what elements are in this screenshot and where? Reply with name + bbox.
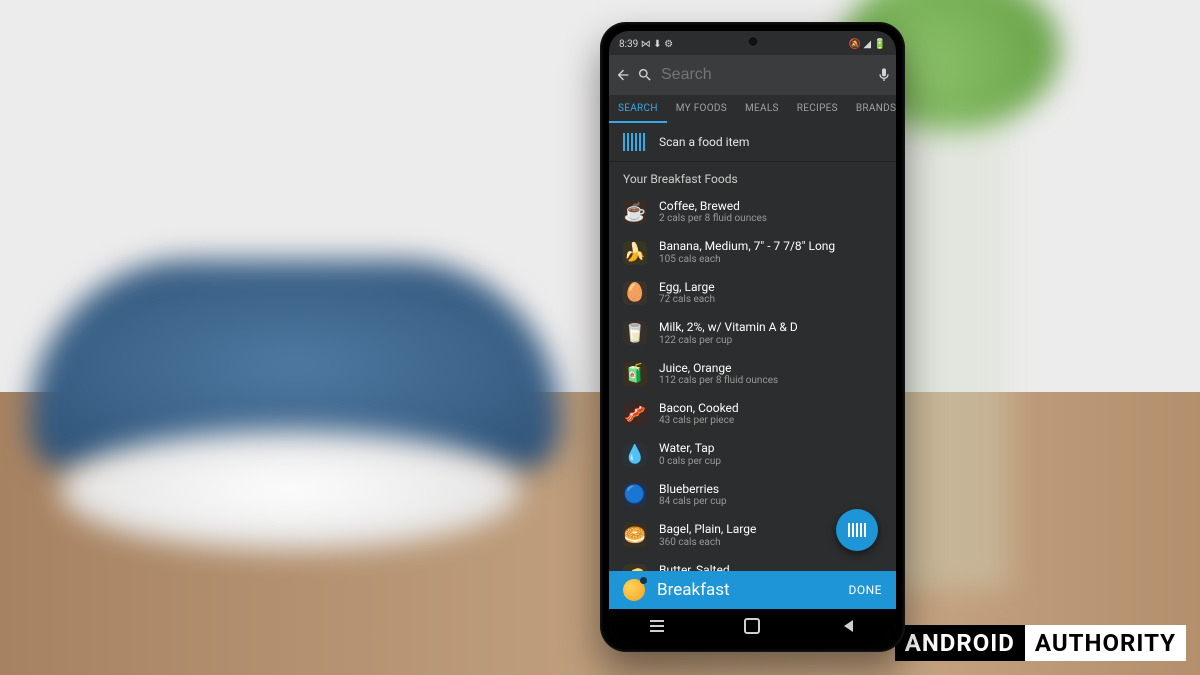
scan-fab[interactable] <box>836 509 878 551</box>
done-button[interactable]: DONE <box>848 583 882 597</box>
food-name: Butter, Salted <box>659 563 766 571</box>
food-subtitle: 122 cals per cup <box>659 335 798 347</box>
tab-recipes[interactable]: RECIPES <box>788 95 847 123</box>
list-item[interactable]: 🥚 Egg, Large72 cals each <box>609 273 896 313</box>
phone-screen: 8:39 ⋈ ⬇ ⚙ 🔕 ◢ 🔋 SEARCHMY FOODSMEALSRECI… <box>609 31 896 643</box>
barcode-icon <box>848 523 866 537</box>
meal-footer: Breakfast DONE <box>609 571 896 609</box>
food-icon: 🧃 <box>623 362 647 386</box>
food-subtitle: 72 cals each <box>659 294 715 306</box>
food-subtitle: 84 cals per cup <box>659 496 727 508</box>
list-item[interactable]: 🥛 Milk, 2%, w/ Vitamin A & D122 cals per … <box>609 313 896 353</box>
back-icon[interactable] <box>615 64 631 86</box>
food-icon: 🥚 <box>623 281 647 305</box>
search-icon <box>637 64 653 86</box>
food-icon: 🥓 <box>623 402 647 426</box>
food-subtitle: 112 cals per 8 fluid ounces <box>659 375 778 387</box>
food-subtitle: 2 cals per 8 fluid ounces <box>659 213 767 225</box>
list-item[interactable]: 🍌 Banana, Medium, 7" - 7 7/8" Long105 cal… <box>609 232 896 272</box>
food-name: Bacon, Cooked <box>659 401 739 415</box>
list-item[interactable]: 🥓 Bacon, Cooked43 cals per piece <box>609 394 896 434</box>
tab-search[interactable]: SEARCH <box>609 95 667 123</box>
nav-back[interactable] <box>833 619 863 633</box>
food-subtitle: 105 cals each <box>659 254 835 266</box>
tab-brands[interactable]: BRANDS <box>847 95 896 123</box>
food-name: Water, Tap <box>659 441 721 455</box>
scan-label: Scan a food item <box>659 135 749 149</box>
watermark-right: AUTHORITY <box>1025 625 1186 661</box>
food-icon: 🍌 <box>623 241 647 265</box>
food-icon: 💧 <box>623 443 647 467</box>
nav-home[interactable] <box>737 619 767 633</box>
food-name: Banana, Medium, 7" - 7 7/8" Long <box>659 239 835 253</box>
tab-bar: SEARCHMY FOODSMEALSRECIPESBRANDS <box>609 95 896 123</box>
meal-name[interactable]: Breakfast <box>657 580 848 600</box>
watermark-left: ANDROID <box>895 625 1025 661</box>
watermark: ANDROIDAUTHORITY <box>895 629 1186 657</box>
section-title: Your Breakfast Foods <box>609 162 896 192</box>
food-name: Milk, 2%, w/ Vitamin A & D <box>659 320 798 334</box>
food-name: Egg, Large <box>659 280 715 294</box>
list-item[interactable]: 🧈Butter, Salted103 cals per tablespoon <box>609 556 896 571</box>
search-input[interactable] <box>659 65 870 85</box>
food-subtitle: 43 cals per piece <box>659 415 739 427</box>
breakfast-icon <box>623 579 645 601</box>
food-name: Bagel, Plain, Large <box>659 522 756 536</box>
tab-my-foods[interactable]: MY FOODS <box>667 95 736 123</box>
food-subtitle: 360 cals each <box>659 537 756 549</box>
tab-meals[interactable]: MEALS <box>736 95 788 123</box>
scan-food-item[interactable]: Scan a food item <box>609 123 896 162</box>
barcode-icon <box>623 133 647 151</box>
list-item[interactable]: 🧃 Juice, Orange112 cals per 8 fluid ounce… <box>609 354 896 394</box>
food-name: Juice, Orange <box>659 361 778 375</box>
food-icon: ☕ <box>623 200 647 224</box>
android-nav-bar <box>609 609 896 643</box>
nav-recent[interactable] <box>642 619 672 633</box>
list-item[interactable]: 💧 Water, Tap0 cals per cup <box>609 434 896 474</box>
status-time: 8:39 ⋈ ⬇ ⚙ <box>619 39 673 50</box>
search-bar <box>609 55 896 95</box>
phone-frame: 8:39 ⋈ ⬇ ⚙ 🔕 ◢ 🔋 SEARCHMY FOODSMEALSRECI… <box>600 22 905 652</box>
food-icon: 🔵 <box>623 483 647 507</box>
list-item[interactable]: ☕ Coffee, Brewed2 cals per 8 fluid ounces <box>609 192 896 232</box>
food-icon: 🧈 <box>623 564 647 571</box>
food-name: Blueberries <box>659 482 727 496</box>
food-icon: 🥯 <box>623 523 647 547</box>
food-name: Coffee, Brewed <box>659 199 767 213</box>
status-right-icons: 🔕 ◢ 🔋 <box>848 39 886 50</box>
phone-camera <box>747 36 758 47</box>
food-icon: 🥛 <box>623 321 647 345</box>
food-subtitle: 0 cals per cup <box>659 456 721 468</box>
mic-icon[interactable] <box>876 64 892 86</box>
background-plate <box>60 430 520 550</box>
